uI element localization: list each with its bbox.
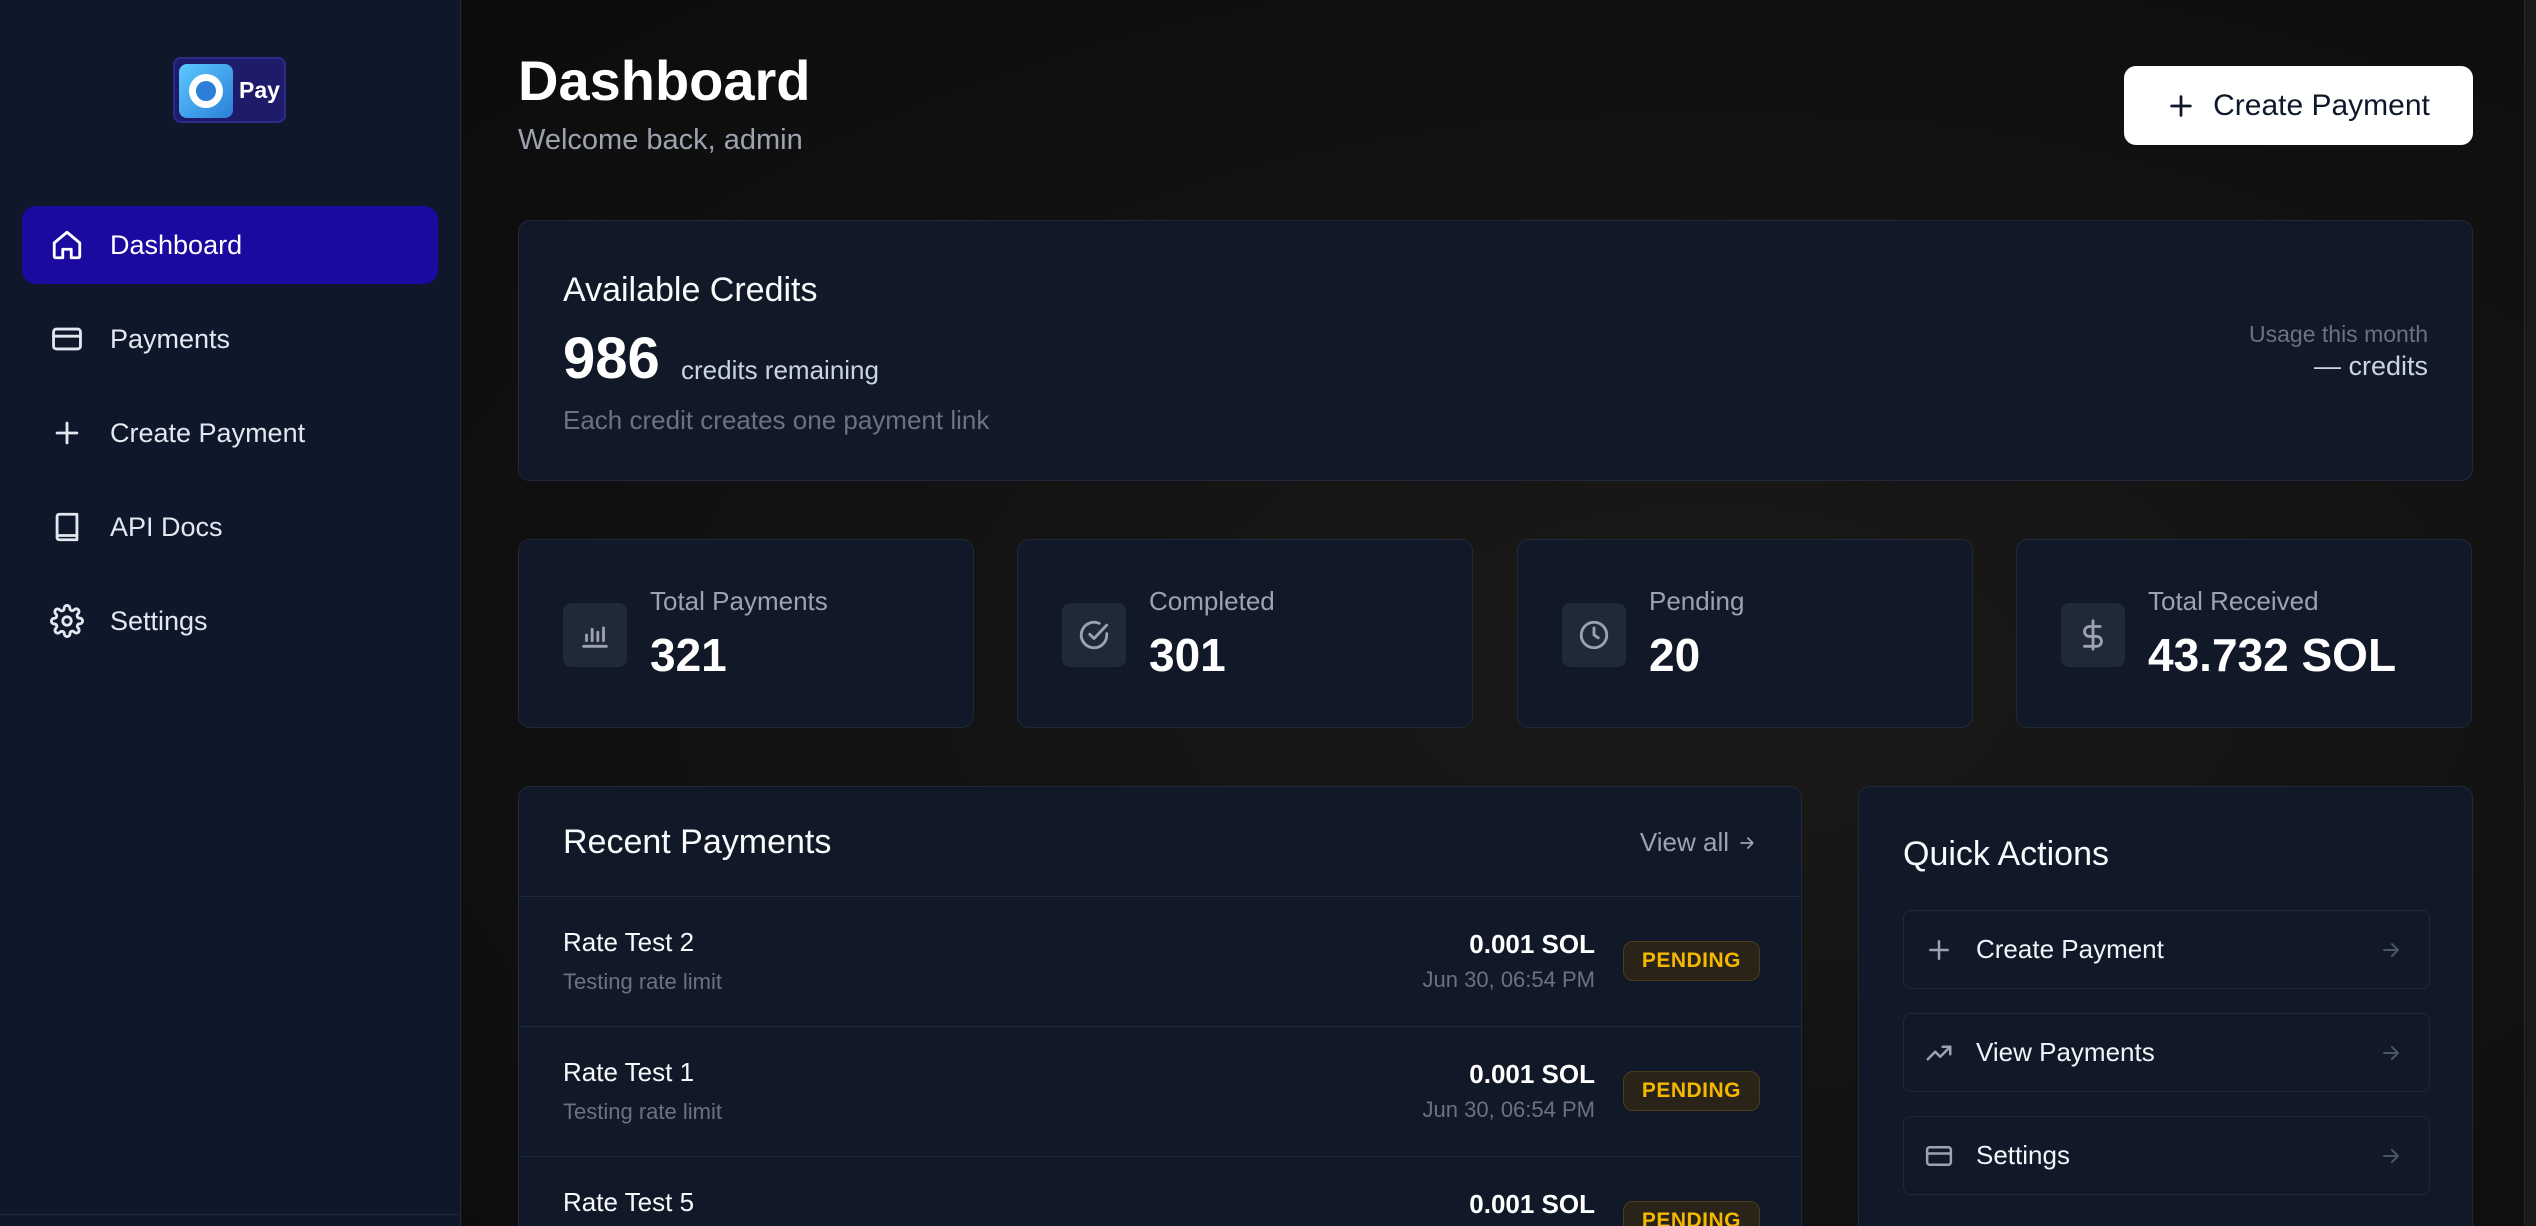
- stat-card-pending: Pending 20: [1517, 539, 1973, 728]
- credits-card: Available Credits 986 credits remaining …: [518, 220, 2473, 481]
- stat-label: Completed: [1149, 586, 1275, 616]
- clock-icon: [1562, 603, 1626, 667]
- stat-value: 20: [1649, 629, 1701, 681]
- check-circle-icon: [1062, 603, 1126, 667]
- scrollbar[interactable]: [2524, 0, 2536, 1226]
- arrow-right-icon: [1740, 836, 1754, 849]
- status-badge: PENDING: [1622, 1071, 1760, 1111]
- book-icon: [50, 510, 84, 544]
- logo[interactable]: Pay: [173, 57, 286, 123]
- sidebar-nav: Dashboard Payments Create Payment API Do…: [22, 206, 438, 676]
- sidebar-item-api-docs[interactable]: API Docs: [22, 488, 438, 566]
- status-badge: PENDING: [1622, 941, 1760, 981]
- create-payment-button[interactable]: Create Payment: [2124, 66, 2473, 145]
- gear-icon: [50, 604, 84, 638]
- credits-value: 986: [563, 326, 660, 391]
- quick-action-label: Settings: [1976, 1140, 2070, 1170]
- payment-name: Rate Test 2: [563, 927, 695, 957]
- payment-amount: 0.001 SOL: [1469, 1059, 1595, 1089]
- payment-row[interactable]: Rate Test 1 Testing rate limit 0.001 SOL…: [519, 1026, 1801, 1156]
- dollar-icon: [2061, 603, 2125, 667]
- quick-action-view-payments[interactable]: View Payments: [1903, 1013, 2430, 1092]
- stat-label: Total Received: [2148, 586, 2319, 616]
- app: Pay Dashboard Payments Create Payment AP…: [0, 0, 2536, 1226]
- quick-actions-title: Quick Actions: [1903, 835, 2109, 873]
- plus-icon: [1924, 935, 1954, 965]
- quick-action-label: Create Payment: [1976, 934, 2164, 964]
- stat-value: 43.732 SOL: [2148, 629, 2397, 681]
- payment-row[interactable]: Rate Test 5 0.001 SOL PENDING: [519, 1156, 1801, 1226]
- sidebar-item-payments[interactable]: Payments: [22, 300, 438, 378]
- payment-description: Testing rate limit: [563, 969, 722, 994]
- stat-card-total-payments: Total Payments 321: [518, 539, 974, 728]
- sidebar-item-label: Settings: [110, 605, 208, 636]
- sidebar-item-settings[interactable]: Settings: [22, 582, 438, 660]
- usage-value: — credits: [2313, 351, 2428, 381]
- payment-amount: 0.001 SOL: [1469, 1189, 1595, 1219]
- arrow-right-icon: [2379, 938, 2403, 962]
- bar-chart-icon: [563, 603, 627, 667]
- credits-title: Available Credits: [563, 271, 818, 309]
- recent-payments-card: Recent Payments View all Rate Test 2 Tes…: [518, 786, 1802, 1226]
- payment-name: Rate Test 1: [563, 1057, 695, 1087]
- status-badge: PENDING: [1622, 1201, 1760, 1226]
- arrow-right-icon: [2379, 1041, 2403, 1065]
- view-all-link[interactable]: View all: [1640, 827, 1757, 858]
- sidebar-item-label: Payments: [110, 323, 231, 354]
- quick-action-settings[interactable]: Settings: [1903, 1116, 2430, 1195]
- page-subtitle: Welcome back, admin: [518, 124, 803, 156]
- quick-actions-card: Quick Actions Create Payment View Paymen…: [1858, 786, 2473, 1226]
- credit-card-icon: [50, 322, 84, 356]
- payment-date: Jun 30, 06:54 PM: [1422, 967, 1595, 992]
- payment-row[interactable]: Rate Test 2 Testing rate limit 0.001 SOL…: [519, 896, 1801, 1026]
- main-content: Dashboard Welcome back, admin Create Pay…: [462, 0, 2536, 1226]
- sidebar-divider: [0, 1214, 461, 1215]
- sidebar-item-create-payment[interactable]: Create Payment: [22, 394, 438, 472]
- sidebar-item-label: API Docs: [110, 511, 223, 542]
- credits-note: Each credit creates one payment link: [563, 405, 990, 435]
- usage-label: Usage this month: [2249, 321, 2428, 347]
- plus-icon: [2170, 94, 2192, 117]
- logo-text: Pay: [239, 77, 280, 103]
- payment-name: Rate Test 5: [563, 1187, 695, 1217]
- logo-ring-icon: [179, 64, 233, 118]
- credit-card-icon: [1924, 1141, 1954, 1171]
- stat-value: 321: [650, 629, 727, 681]
- recent-payments-title: Recent Payments: [563, 823, 832, 861]
- plus-icon: [50, 416, 84, 450]
- quick-action-label: View Payments: [1976, 1037, 2155, 1067]
- page-title: Dashboard: [518, 49, 811, 112]
- stat-label: Total Payments: [650, 586, 828, 616]
- sidebar-item-label: Create Payment: [110, 417, 306, 448]
- sidebar-item-label: Dashboard: [110, 229, 243, 260]
- sidebar-item-dashboard[interactable]: Dashboard: [22, 206, 438, 284]
- stat-card-total-received: Total Received 43.732 SOL: [2016, 539, 2472, 728]
- arrow-right-icon: [2379, 1144, 2403, 1168]
- payment-date: Jun 30, 06:54 PM: [1422, 1097, 1595, 1122]
- trending-up-icon: [1924, 1038, 1954, 1068]
- payment-amount: 0.001 SOL: [1469, 929, 1595, 959]
- sidebar: Pay Dashboard Payments Create Payment AP…: [0, 0, 461, 1226]
- credits-unit: credits remaining: [681, 355, 879, 385]
- stat-card-completed: Completed 301: [1017, 539, 1473, 728]
- view-all-label: View all: [1639, 827, 1729, 857]
- payment-description: Testing rate limit: [563, 1099, 722, 1124]
- create-payment-button-label: Create Payment: [2213, 88, 2430, 122]
- quick-action-create-payment[interactable]: Create Payment: [1903, 910, 2430, 989]
- stat-label: Pending: [1649, 586, 1745, 616]
- home-icon: [50, 228, 84, 262]
- stat-value: 301: [1149, 629, 1226, 681]
